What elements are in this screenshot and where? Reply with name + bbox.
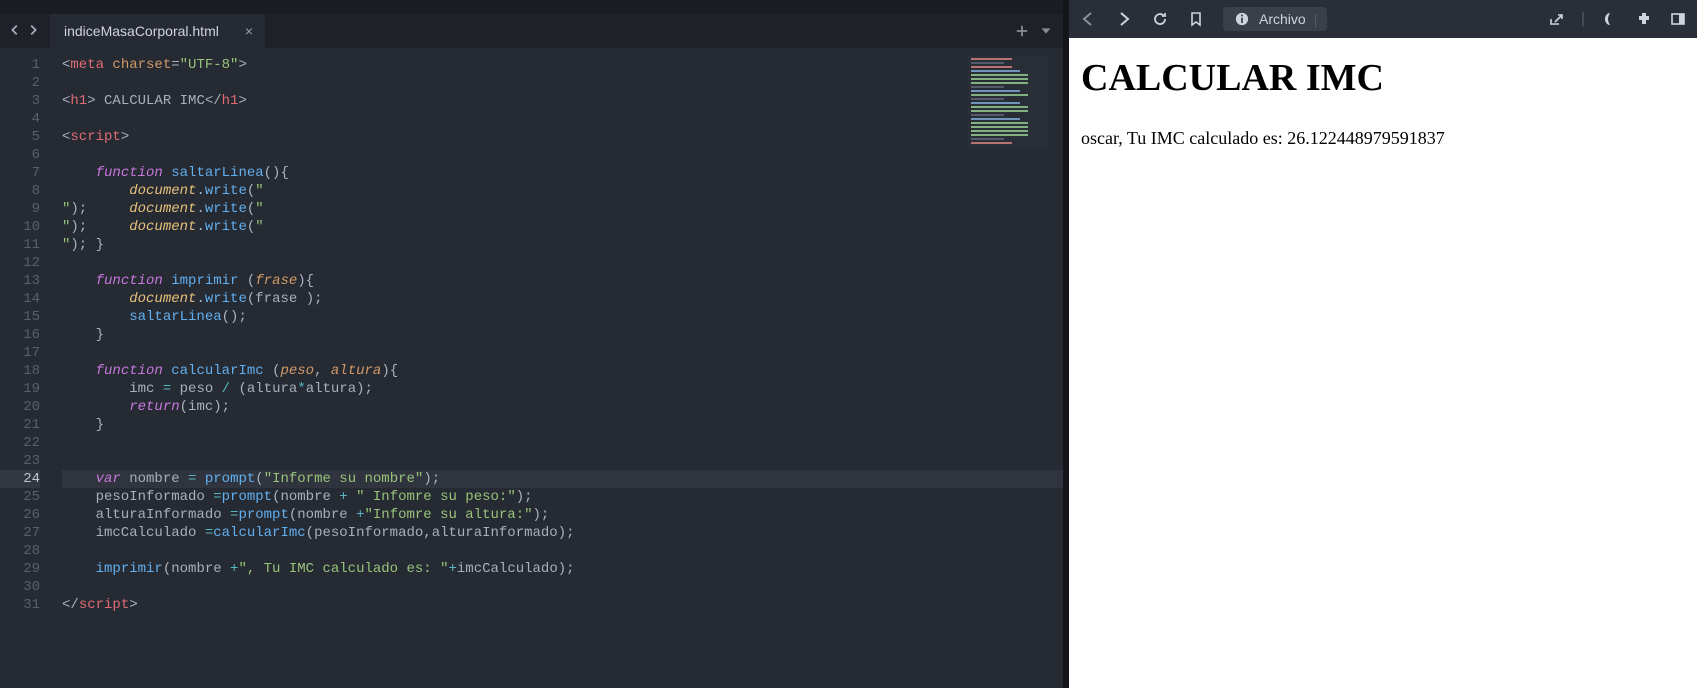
line-number: 14 [0, 290, 40, 308]
file-scheme-icon [1233, 10, 1251, 28]
code-line: function calcularImc (peso, altura){ [62, 362, 1063, 380]
bookmark-icon[interactable] [1187, 10, 1205, 28]
code-editor-pane: indiceMasaCorporal.html × 12345678910111… [0, 0, 1063, 688]
code-line: document.write(""); [62, 182, 1063, 200]
line-number: 13 [0, 272, 40, 290]
line-number: 29 [0, 560, 40, 578]
line-number: 30 [0, 578, 40, 596]
code-line [62, 578, 1063, 596]
line-number: 22 [0, 434, 40, 452]
line-number: 8 [0, 182, 40, 200]
toolbar-separator: | [1581, 10, 1585, 28]
tab-close-icon[interactable]: × [245, 23, 253, 39]
line-number: 6 [0, 146, 40, 164]
browser-pane: Archivo | | CALCULAR IMC oscar, Tu IMC c… [1069, 0, 1697, 688]
line-number: 19 [0, 380, 40, 398]
line-number: 15 [0, 308, 40, 326]
address-bar[interactable]: Archivo | [1223, 7, 1327, 31]
line-number: 1 [0, 56, 40, 74]
minimap[interactable] [967, 56, 1049, 148]
page-heading: CALCULAR IMC [1081, 56, 1685, 100]
code-line: alturaInformado =prompt(nombre +"Infomre… [62, 506, 1063, 524]
tab-dropdown-icon[interactable] [1039, 24, 1053, 38]
line-number: 9 [0, 200, 40, 218]
tab-nav-arrows [0, 23, 50, 39]
line-number: 31 [0, 596, 40, 614]
nav-forward-icon[interactable] [1115, 10, 1133, 28]
code-line: } [62, 236, 1063, 254]
code-line [62, 344, 1063, 362]
tab-filename: indiceMasaCorporal.html [64, 23, 219, 39]
extensions-icon[interactable] [1635, 10, 1653, 28]
line-number: 12 [0, 254, 40, 272]
code-line: imc = peso / (altura*altura); [62, 380, 1063, 398]
code-line: pesoInformado =prompt(nombre + " Infomre… [62, 488, 1063, 506]
sidebar-toggle-icon[interactable] [1669, 10, 1687, 28]
code-line: <h1> CALCULAR IMC</h1> [62, 92, 1063, 110]
code-line [62, 146, 1063, 164]
extension-icon-1[interactable] [1601, 10, 1619, 28]
tab-bar-actions [1015, 24, 1053, 38]
editor-tab-active[interactable]: indiceMasaCorporal.html × [50, 14, 265, 48]
code-line: document.write(""); [62, 218, 1063, 236]
tab-next-icon[interactable] [26, 23, 42, 39]
line-number: 28 [0, 542, 40, 560]
line-number: 23 [0, 452, 40, 470]
code-line: return(imc); [62, 398, 1063, 416]
line-number: 11 [0, 236, 40, 254]
code-line [62, 542, 1063, 560]
tab-prev-icon[interactable] [8, 23, 24, 39]
code-line: function saltarLinea(){ [62, 164, 1063, 182]
line-number: 17 [0, 344, 40, 362]
code-line: saltarLinea(); [62, 308, 1063, 326]
code-line: var nombre = prompt("Informe su nombre")… [62, 470, 1063, 488]
code-line: } [62, 326, 1063, 344]
line-number: 4 [0, 110, 40, 128]
address-label: Archivo [1259, 11, 1306, 27]
line-number-gutter: 1234567891011121314151617181920212223242… [0, 48, 50, 688]
line-number: 20 [0, 398, 40, 416]
line-number: 24 [0, 470, 40, 488]
code-line: imcCalculado =calcularImc(pesoInformado,… [62, 524, 1063, 542]
browser-viewport: CALCULAR IMC oscar, Tu IMC calculado es:… [1069, 38, 1697, 688]
line-number: 3 [0, 92, 40, 110]
line-number: 16 [0, 326, 40, 344]
code-text-area[interactable]: <meta charset="UTF-8"> <h1> CALCULAR IMC<… [50, 48, 1063, 688]
line-number: 25 [0, 488, 40, 506]
reload-icon[interactable] [1151, 10, 1169, 28]
browser-toolbar: Archivo | | [1069, 0, 1697, 38]
line-number: 5 [0, 128, 40, 146]
nav-back-icon[interactable] [1079, 10, 1097, 28]
code-line: <meta charset="UTF-8"> [62, 56, 1063, 74]
line-number: 10 [0, 218, 40, 236]
code-line: function imprimir (frase){ [62, 272, 1063, 290]
code-line [62, 74, 1063, 92]
code-line [62, 110, 1063, 128]
code-line: document.write(frase ); [62, 290, 1063, 308]
address-separator: | [1314, 11, 1318, 27]
code-line [62, 254, 1063, 272]
editor-tab-bar: indiceMasaCorporal.html × [0, 14, 1063, 48]
code-line: </script> [62, 596, 1063, 614]
code-line: document.write(""); [62, 200, 1063, 218]
line-number: 2 [0, 74, 40, 92]
line-number: 18 [0, 362, 40, 380]
code-line [62, 452, 1063, 470]
page-result-text: oscar, Tu IMC calculado es: 26.122448979… [1081, 128, 1685, 149]
new-tab-icon[interactable] [1015, 24, 1029, 38]
editor-menu-bar [0, 0, 1063, 14]
editor-body: 1234567891011121314151617181920212223242… [0, 48, 1063, 688]
share-icon[interactable] [1547, 10, 1565, 28]
line-number: 27 [0, 524, 40, 542]
line-number: 21 [0, 416, 40, 434]
line-number: 7 [0, 164, 40, 182]
code-line [62, 434, 1063, 452]
code-line: imprimir(nombre +", Tu IMC calculado es:… [62, 560, 1063, 578]
line-number: 26 [0, 506, 40, 524]
code-line: } [62, 416, 1063, 434]
code-line: <script> [62, 128, 1063, 146]
